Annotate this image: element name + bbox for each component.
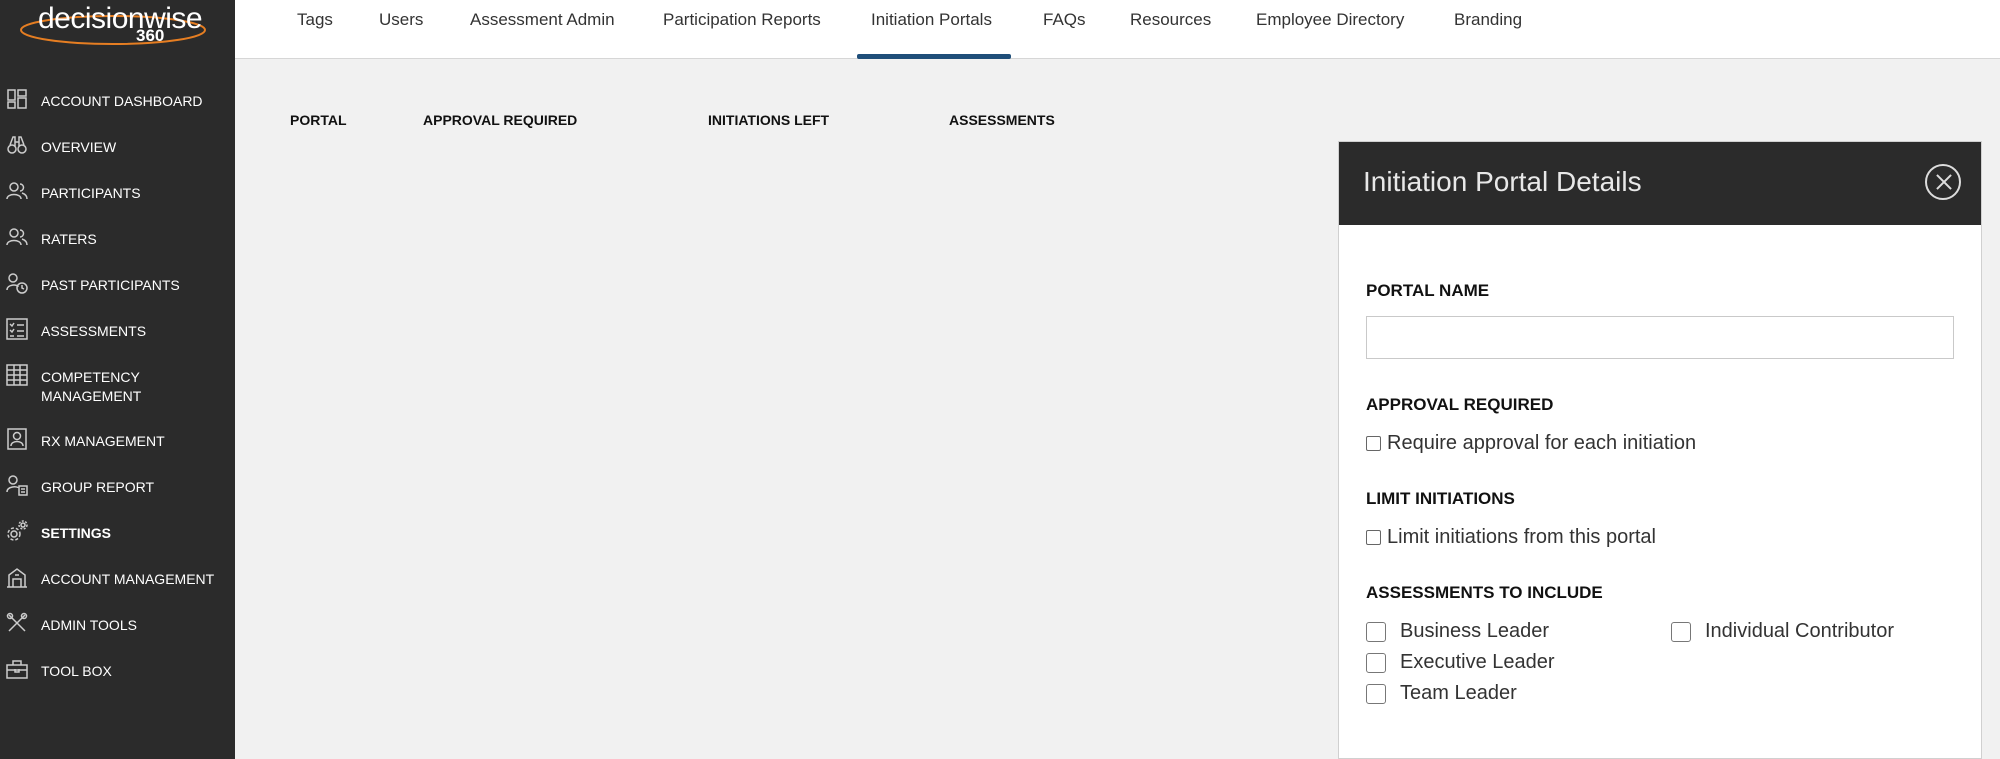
assessments-to-include-label: ASSESSMENTS TO INCLUDE xyxy=(1366,583,1603,602)
assessment-option-team-leader[interactable]: Team Leader xyxy=(1366,682,1517,705)
sidebar-item-assessments[interactable]: ASSESSMENTS xyxy=(0,318,235,364)
assessment-checkbox[interactable] xyxy=(1366,683,1386,704)
column-header-initiations-left[interactable]: INITIATIONS LEFT xyxy=(708,112,829,128)
sidebar-item-label: ACCOUNT DASHBOARD xyxy=(41,93,203,109)
column-header-portal[interactable]: PORTAL xyxy=(290,112,347,128)
sidebar-item-label: PAST PARTICIPANTS xyxy=(41,277,180,293)
sidebar-item-settings[interactable]: SETTINGS xyxy=(0,520,235,566)
tab-users[interactable]: Users xyxy=(379,10,423,30)
assessment-option-business-leader[interactable]: Business Leader xyxy=(1366,620,1549,643)
approval-required-checkbox-label: Require approval for each initiation xyxy=(1387,432,1697,454)
sidebar-item-label: RATERS xyxy=(41,231,97,247)
sidebar: decisionwise 360 ACCOUNT DASHBOARD OVERV… xyxy=(0,0,235,759)
panel-title: Initiation Portal Details xyxy=(1363,166,1642,197)
tab-faqs[interactable]: FAQs xyxy=(1043,10,1086,30)
column-header-assessments[interactable]: ASSESSMENTS xyxy=(949,112,1055,128)
assessment-checkbox-label: Business Leader xyxy=(1400,620,1549,642)
sidebar-item-label: ACCOUNT MANAGEMENT xyxy=(41,571,215,587)
tab-branding[interactable]: Branding xyxy=(1454,10,1522,30)
assessment-checkbox[interactable] xyxy=(1366,621,1386,642)
column-header-approval-required[interactable]: APPROVAL REQUIRED xyxy=(423,112,577,128)
logo-suffix: 360 xyxy=(136,26,165,45)
sidebar-item-label: ADMIN TOOLS xyxy=(41,617,137,633)
sidebar-item-account-management[interactable]: ACCOUNT MANAGEMENT xyxy=(0,566,235,612)
assessment-checkbox[interactable] xyxy=(1366,652,1386,673)
close-icon[interactable] xyxy=(1925,164,1961,200)
logo-text: decisionwise xyxy=(38,2,203,35)
sidebar-item-participants[interactable]: PARTICIPANTS xyxy=(0,180,235,226)
sidebar-item-raters[interactable]: RATERS xyxy=(0,226,235,272)
building-icon xyxy=(7,568,27,588)
limit-initiations-checkbox[interactable] xyxy=(1366,530,1381,545)
tab-assessment-admin[interactable]: Assessment Admin xyxy=(470,10,615,30)
group-report-icon xyxy=(6,475,28,496)
sidebar-item-label: PARTICIPANTS xyxy=(41,185,141,201)
portal-name-label: PORTAL NAME xyxy=(1366,281,1490,300)
sidebar-item-past-participants[interactable]: PAST PARTICIPANTS xyxy=(0,272,235,318)
assessment-option-individual-contributor[interactable]: Individual Contributor xyxy=(1671,620,1894,643)
sidebar-item-tool-box[interactable]: TOOL BOX xyxy=(0,658,235,704)
sidebar-item-label: GROUP REPORT xyxy=(41,479,155,495)
grid-icon xyxy=(6,364,28,386)
assessment-checkbox-label: Team Leader xyxy=(1400,682,1517,704)
users-history-icon xyxy=(6,273,28,294)
assessment-checkbox[interactable] xyxy=(1671,621,1691,642)
approval-required-label: APPROVAL REQUIRED xyxy=(1366,395,1554,414)
toolbox-icon xyxy=(6,660,28,679)
sidebar-item-admin-tools[interactable]: ADMIN TOOLS xyxy=(0,612,235,658)
sidebar-item-label: OVERVIEW xyxy=(41,139,117,155)
users-icon xyxy=(6,228,28,246)
tools-icon xyxy=(6,612,28,632)
sidebar-item-label: RX MANAGEMENT xyxy=(41,433,165,449)
approval-required-option[interactable]: Require approval for each initiation xyxy=(1366,432,1696,455)
logo[interactable]: decisionwise 360 xyxy=(0,0,235,60)
active-tab-indicator xyxy=(857,54,1011,59)
approval-required-checkbox[interactable] xyxy=(1366,436,1381,451)
sidebar-item-label: ASSESSMENTS xyxy=(41,323,147,339)
binoculars-icon xyxy=(7,136,27,154)
users-icon xyxy=(6,182,28,200)
limit-initiations-checkbox-label: Limit initiations from this portal xyxy=(1387,526,1656,548)
limit-initiations-option[interactable]: Limit initiations from this portal xyxy=(1366,526,1656,549)
tab-tags[interactable]: Tags xyxy=(297,10,333,30)
initiation-portal-details-panel: Initiation Portal Details PORTAL NAME AP… xyxy=(1338,141,1982,759)
dashboard-icon xyxy=(7,89,27,109)
portal-name-input[interactable] xyxy=(1366,316,1954,359)
checklist-icon xyxy=(6,318,28,340)
tab-employee-directory[interactable]: Employee Directory xyxy=(1256,10,1404,30)
top-tab-bar: Tags Users Assessment Admin Participatio… xyxy=(235,0,2000,59)
user-clipboard-icon xyxy=(7,428,27,450)
sidebar-item-overview[interactable]: OVERVIEW xyxy=(0,134,235,180)
tab-initiation-portals[interactable]: Initiation Portals xyxy=(871,10,992,30)
sidebar-item-label: COMPETENCY MANAGEMENT xyxy=(41,369,142,404)
panel-header: Initiation Portal Details xyxy=(1339,142,1981,225)
assessment-option-executive-leader[interactable]: Executive Leader xyxy=(1366,651,1555,674)
sidebar-item-account-dashboard[interactable]: ACCOUNT DASHBOARD xyxy=(0,88,235,134)
sidebar-item-label: TOOL BOX xyxy=(41,663,112,679)
sidebar-item-group-report[interactable]: GROUP REPORT xyxy=(0,474,235,520)
assessment-checkbox-label: Individual Contributor xyxy=(1705,620,1894,642)
sidebar-item-competency-management[interactable]: COMPETENCY MANAGEMENT xyxy=(0,364,235,410)
tab-participation-reports[interactable]: Participation Reports xyxy=(663,10,821,30)
assessment-checkbox-label: Executive Leader xyxy=(1400,651,1555,673)
sidebar-item-rx-management[interactable]: RX MANAGEMENT xyxy=(0,428,235,474)
tab-resources[interactable]: Resources xyxy=(1130,10,1211,30)
sidebar-item-label: SETTINGS xyxy=(41,525,112,541)
gear-icon xyxy=(7,520,28,541)
limit-initiations-label: LIMIT INITIATIONS xyxy=(1366,489,1515,508)
